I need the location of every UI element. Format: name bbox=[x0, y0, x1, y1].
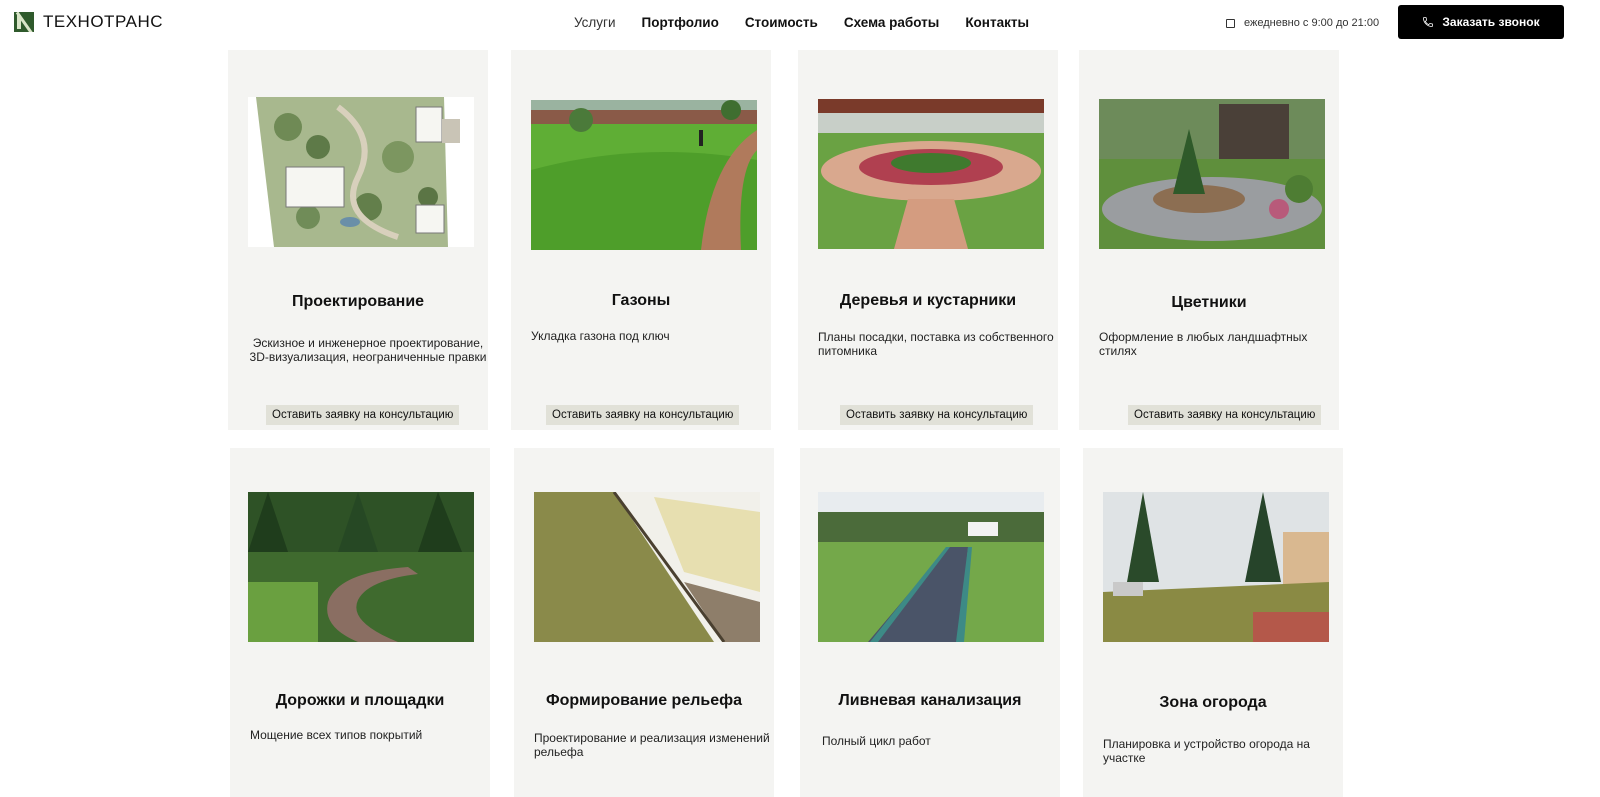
consultation-button[interactable]: Оставить заявку на консультацию bbox=[266, 405, 460, 425]
service-card-design: Проектирование Эскизное и инженерное про… bbox=[228, 50, 488, 430]
nav-portfolio[interactable]: Портфолио bbox=[642, 15, 719, 30]
service-image-paths bbox=[248, 492, 474, 642]
logo[interactable]: ТЕХНОТРАНС bbox=[14, 12, 163, 32]
logo-text: ТЕХНОТРАНС bbox=[43, 12, 164, 31]
order-call-label: Заказать звонок bbox=[1442, 15, 1540, 29]
service-title: Зона огорода bbox=[1159, 694, 1267, 711]
service-card-drainage: Ливневая канализация Полный цикл работ bbox=[800, 448, 1060, 797]
service-title: Формирование рельефа bbox=[545, 692, 743, 709]
site-header: ТЕХНОТРАНС Услуги Портфолио Стоимость Сх… bbox=[0, 0, 1600, 48]
service-image-lawns bbox=[531, 100, 757, 250]
service-image-trees bbox=[818, 99, 1044, 249]
service-title: Деревья и кустарники bbox=[839, 292, 1017, 309]
clock-icon bbox=[1226, 18, 1235, 28]
service-image-drainage bbox=[818, 492, 1044, 642]
logo-icon bbox=[14, 12, 34, 32]
service-card-relief: Формирование рельефа Проектирование и ре… bbox=[514, 448, 774, 797]
phone-icon bbox=[1423, 17, 1434, 27]
service-title: Цветники bbox=[1171, 294, 1247, 311]
order-call-button[interactable]: Заказать звонок bbox=[1398, 5, 1564, 39]
service-description: Полный цикл работ bbox=[822, 734, 931, 748]
service-card-garden: Зона огорода Планировка и устройство ого… bbox=[1083, 448, 1343, 797]
consultation-button[interactable]: Оставить заявку на консультацию bbox=[840, 405, 1034, 425]
nav-contacts[interactable]: Контакты bbox=[965, 15, 1029, 30]
service-description: Эскизное и инженерное проектирование, 3D… bbox=[249, 336, 487, 364]
consultation-button[interactable]: Оставить заявку на консультацию bbox=[1128, 405, 1322, 425]
nav-workflow[interactable]: Схема работы bbox=[844, 15, 939, 30]
service-title: Ливневая канализация bbox=[838, 692, 1022, 709]
service-card-flowerbeds: Цветники Оформление в любых ландшафтных … bbox=[1079, 50, 1339, 430]
service-title: Проектирование bbox=[291, 293, 425, 310]
service-title: Газоны bbox=[611, 292, 671, 309]
service-image-garden bbox=[1103, 492, 1329, 642]
nav-pricing[interactable]: Стоимость bbox=[745, 15, 818, 30]
working-hours: ежедневно с 9:00 до 21:00 bbox=[1226, 17, 1379, 29]
service-title: Дорожки и площадки bbox=[275, 692, 445, 709]
service-description: Планировка и устройство огорода на участ… bbox=[1103, 737, 1310, 765]
service-image-flowerbeds bbox=[1099, 99, 1325, 249]
service-card-lawns: Газоны Укладка газона под ключ Оставить … bbox=[511, 50, 771, 430]
nav-services[interactable]: Услуги bbox=[574, 15, 616, 30]
service-description: Оформление в любых ландшафтных стилях bbox=[1099, 330, 1308, 358]
service-card-paths: Дорожки и площадки Мощение всех типов по… bbox=[230, 448, 490, 797]
service-description: Проектирование и реализация изменений ре… bbox=[534, 731, 770, 759]
service-card-trees: Деревья и кустарники Планы посадки, пост… bbox=[798, 50, 1058, 430]
main-nav: Услуги Портфолио Стоимость Схема работы … bbox=[574, 15, 1029, 30]
consultation-button[interactable]: Оставить заявку на консультацию bbox=[546, 405, 740, 425]
service-image-design bbox=[248, 97, 474, 247]
service-description: Укладка газона под ключ bbox=[531, 329, 670, 343]
working-hours-text: ежедневно с 9:00 до 21:00 bbox=[1244, 17, 1380, 29]
service-description: Мощение всех типов покрытий bbox=[250, 728, 423, 742]
service-description: Планы посадки, поставка из собственного … bbox=[818, 330, 1054, 358]
service-image-relief bbox=[534, 492, 760, 642]
